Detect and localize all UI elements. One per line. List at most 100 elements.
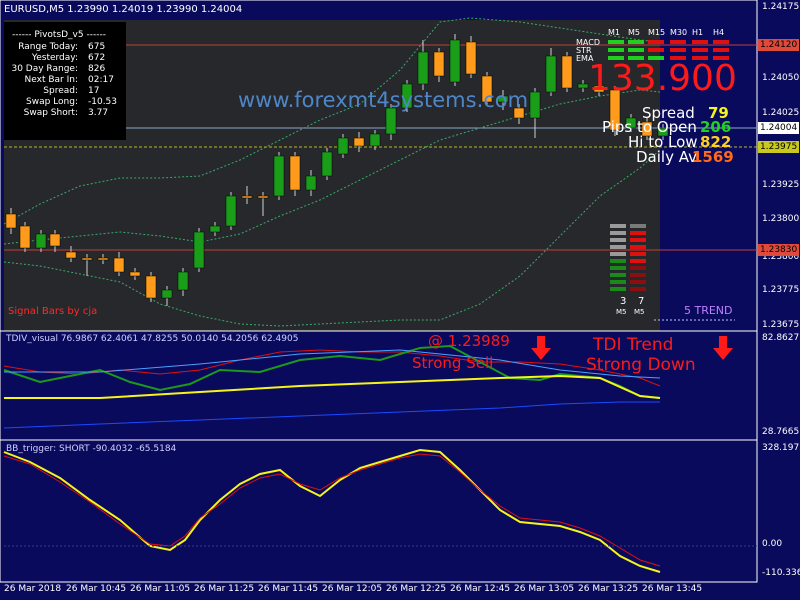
time-tick: 26 Mar 2018 bbox=[4, 584, 62, 594]
tdi-signal-price: @ 1.23989 bbox=[428, 332, 510, 350]
strength-bar-right bbox=[630, 245, 646, 249]
pivot-row-label: Yesterday: bbox=[31, 53, 78, 63]
pivot-row-value: 3.77 bbox=[88, 108, 109, 118]
high-price-tag: 1.24120 bbox=[758, 39, 800, 51]
pivot-row-label: Next Bar In: bbox=[24, 75, 78, 85]
mtf-timeframe-header: H4 bbox=[713, 28, 725, 37]
bull-candle bbox=[577, 83, 589, 89]
bull-candle bbox=[417, 51, 429, 85]
mtf-signal-cell bbox=[670, 48, 686, 52]
signal-bars-label: Signal Bars by cja bbox=[8, 306, 98, 317]
time-tick: 26 Mar 12:05 bbox=[322, 584, 383, 594]
strength-bar-right bbox=[630, 259, 646, 263]
price-tick: 1.23800 bbox=[762, 214, 800, 224]
pivot-row-value: 826 bbox=[88, 64, 106, 74]
bull-candle bbox=[305, 175, 317, 191]
bull-candle bbox=[161, 289, 173, 299]
price-tick: 1.23925 bbox=[762, 180, 800, 190]
tdi-signal-text: Strong Sell bbox=[412, 354, 494, 372]
bull-candle bbox=[193, 231, 205, 269]
time-tick: 26 Mar 13:05 bbox=[514, 584, 575, 594]
bear-candle bbox=[353, 137, 365, 147]
bull-candle bbox=[369, 133, 381, 147]
bull-candle bbox=[225, 195, 237, 227]
mtf-signal-cell bbox=[670, 40, 686, 44]
tdi-axis-bottom: 28.7665 bbox=[762, 427, 800, 437]
strength-bar-left bbox=[610, 231, 626, 235]
price-tick: 1.23775 bbox=[762, 285, 800, 295]
bull-candle bbox=[545, 55, 557, 93]
mtf-timeframe-header: M5 bbox=[628, 28, 640, 37]
price-tick: 1.24175 bbox=[762, 2, 800, 12]
pivot-row-value: 672 bbox=[88, 53, 106, 63]
tdi-title: TDIV_visual 76.9867 62.4061 47.8255 50.0… bbox=[6, 334, 299, 344]
pivot-row: Spread: 17 bbox=[4, 86, 126, 97]
strength-bar-right bbox=[630, 224, 646, 228]
pivot-row-value: 02:17 bbox=[88, 75, 114, 85]
pivot-row-label: Spread: bbox=[43, 86, 78, 96]
bear-candle bbox=[145, 275, 157, 299]
pivot-row: Swap Short: 3.77 bbox=[4, 108, 126, 119]
price-tick: 1.24025 bbox=[762, 108, 800, 118]
strength-bar-left bbox=[610, 266, 626, 270]
strength-bar-right bbox=[630, 238, 646, 242]
current-price-tag: 1.24004 bbox=[758, 122, 800, 134]
bear-candle bbox=[97, 257, 109, 261]
mtf-timeframe-header: M15 bbox=[648, 28, 666, 37]
strength-right-tf: M5 bbox=[634, 308, 645, 316]
strength-bar-right bbox=[630, 280, 646, 284]
strength-bar-left bbox=[610, 273, 626, 277]
bear-candle bbox=[113, 257, 125, 273]
bear-candle bbox=[241, 195, 253, 199]
mtf-signal-cell bbox=[648, 48, 664, 52]
pivot-row-label: Swap Long: bbox=[26, 97, 78, 107]
bear-candle bbox=[65, 251, 77, 259]
pivot-row-value: -10.53 bbox=[88, 97, 118, 107]
bb-axis-top: 328.1975 bbox=[762, 443, 800, 453]
mtf-signal-cell bbox=[713, 48, 729, 52]
time-tick: 26 Mar 13:25 bbox=[578, 584, 639, 594]
bull-candle bbox=[529, 91, 541, 119]
pivot-row: Range Today: 675 bbox=[4, 42, 126, 53]
bear-candle bbox=[19, 225, 31, 249]
bear-candle bbox=[257, 195, 269, 199]
bb-axis-mid: 0.00 bbox=[762, 539, 783, 549]
time-tick: 26 Mar 11:05 bbox=[130, 584, 191, 594]
bear-candle bbox=[81, 257, 93, 261]
daily-label: Daily Av bbox=[636, 148, 697, 166]
bull-candle bbox=[337, 137, 349, 155]
strength-right-value: 7 bbox=[638, 296, 645, 307]
mtf-signal-cell bbox=[628, 40, 644, 44]
strength-bar-left bbox=[610, 287, 626, 291]
mtf-signal-cell bbox=[608, 40, 624, 44]
tdi-trend-line1: TDI Trend bbox=[593, 335, 674, 355]
bb-title: BB_trigger: SHORT -90.4032 -65.5184 bbox=[6, 444, 177, 454]
time-tick: 26 Mar 11:45 bbox=[258, 584, 319, 594]
bull-candle bbox=[177, 271, 189, 291]
trend-label: 5 TREND bbox=[684, 304, 733, 317]
strength-bar-right bbox=[630, 231, 646, 235]
time-tick: 26 Mar 12:25 bbox=[386, 584, 447, 594]
mtf-signal-cell bbox=[692, 48, 708, 52]
bear-candle bbox=[129, 271, 141, 277]
metatrader-chart-window: EURUSD,M5 1.23990 1.24019 1.23990 1.2400… bbox=[0, 0, 800, 600]
pivot-row-value: 675 bbox=[88, 42, 106, 52]
strength-meter: 3 7 M5 M5 bbox=[606, 222, 656, 322]
pivots-panel: ------ PivotsD_v5 ------ Range Today: 675… bbox=[4, 22, 126, 140]
mtf-timeframe-header: M1 bbox=[608, 28, 620, 37]
bear-candle bbox=[465, 41, 477, 75]
mtf-signal-cell bbox=[608, 48, 624, 52]
bull-candle bbox=[273, 155, 285, 197]
mtf-signal-cell bbox=[713, 40, 729, 44]
pivot-row-label: 30 Day Range: bbox=[11, 64, 78, 74]
tdi-trend-line2: Strong Down bbox=[586, 355, 696, 375]
mtf-timeframe-header: M30 bbox=[670, 28, 688, 37]
time-tick: 26 Mar 11:25 bbox=[194, 584, 255, 594]
price-tick: 1.24050 bbox=[762, 73, 800, 83]
strength-left-tf: M5 bbox=[616, 308, 627, 316]
mtf-timeframe-header: H1 bbox=[692, 28, 704, 37]
pivots-title: ------ PivotsD_v5 ------ bbox=[12, 30, 106, 40]
price-tick: 1.23675 bbox=[762, 320, 800, 330]
symbol-info: EURUSD,M5 1.23990 1.24019 1.23990 1.2400… bbox=[4, 4, 243, 15]
strength-bar-left bbox=[610, 252, 626, 256]
